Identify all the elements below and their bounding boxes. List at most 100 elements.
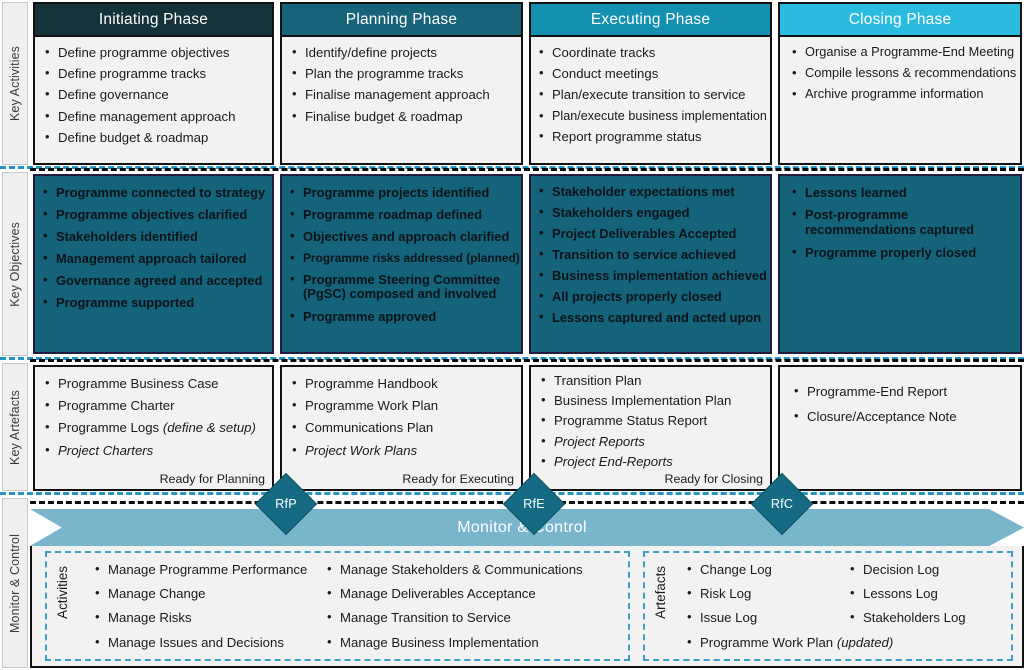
list-item: All projects properly closed (539, 289, 766, 304)
list-item: Organise a Programme-End Meeting (792, 45, 1014, 59)
activities-list-executing: Coordinate tracks Conduct meetings Plan/… (539, 45, 767, 143)
rail-key-activities: Key Activities (2, 2, 28, 165)
activities-body-executing: Coordinate tracks Conduct meetings Plan/… (529, 37, 772, 165)
artefacts-card-initiating: Programme Business Case Programme Charte… (33, 365, 274, 491)
list-item: Programme Charter (45, 398, 266, 412)
list-item: Manage Programme Performance (95, 562, 307, 576)
list-item: Finalise management approach (292, 87, 515, 101)
artefact-text: Programme Work Plan (700, 634, 837, 650)
list-item: Transition to service achieved (539, 247, 766, 262)
list-item: Lessons captured and acted upon (539, 310, 766, 325)
objectives-card-planning: Programme projects identified Programme … (280, 174, 523, 354)
programme-lifecycle-diagram: Key Activities Key Objectives Key Artefa… (0, 0, 1024, 670)
phase-title-planning: Planning Phase (345, 10, 458, 28)
list-item: Project Reports (541, 434, 764, 448)
list-item: Define programme objectives (45, 45, 266, 59)
gate-ready-label-planning: Ready for Planning (159, 472, 265, 486)
phase-card-executing-activities: Executing Phase Coordinate tracks Conduc… (529, 2, 772, 165)
list-item: Stakeholders Log (850, 610, 966, 624)
phase-header-closing: Closing Phase (778, 2, 1022, 37)
objectives-card-initiating: Programme connected to strategy Programm… (33, 174, 274, 354)
list-item: Manage Change (95, 586, 307, 600)
list-item: Post-programme recommendations captured (792, 207, 982, 238)
list-item: Define management approach (45, 109, 266, 123)
list-item: Communications Plan (292, 420, 515, 434)
artefacts-list-initiating: Programme Business Case Programme Charte… (45, 376, 266, 457)
activities-body-closing: Organise a Programme-End Meeting Compile… (778, 37, 1022, 165)
activities-vertical-label: Activities (55, 566, 70, 619)
list-item: Manage Business Implementation (327, 635, 583, 649)
list-item: Manage Issues and Decisions (95, 635, 307, 649)
rail-label-key-activities: Key Activities (8, 45, 22, 122)
artefacts-list-planning: Programme Handbook Programme Work Plan C… (292, 376, 515, 457)
artefact-suffix: (define & setup) (162, 420, 256, 436)
phase-title-executing: Executing Phase (590, 10, 711, 28)
phase-title-initiating: Initiating Phase (98, 10, 209, 28)
list-item: Programme projects identified (290, 185, 517, 200)
phase-title-closing: Closing Phase (848, 10, 952, 28)
list-item: Stakeholder expectations met (539, 184, 766, 199)
list-item: Programme supported (43, 295, 268, 310)
list-item: Manage Stakeholders & Communications (327, 562, 583, 576)
list-item: Finalise budget & roadmap (292, 109, 515, 123)
gate-ready-label-executing: Ready for Executing (402, 472, 514, 486)
artefacts-vertical-label: Artefacts (653, 566, 668, 619)
phase-header-planning: Planning Phase (280, 2, 523, 37)
artefacts-list-closing: Programme-End Report Closure/Acceptance … (794, 384, 1014, 423)
list-item: Define governance (45, 87, 266, 101)
list-item: Project Charters (45, 443, 266, 457)
rail-label-key-objectives: Key Objectives (8, 221, 22, 307)
list-item: Programme Work Plan (292, 398, 515, 412)
rail-key-objectives: Key Objectives (2, 172, 28, 356)
list-item: Transition Plan (541, 373, 764, 387)
list-item: Lessons Log (850, 586, 966, 600)
gate-rfc[interactable]: RfC (750, 472, 814, 536)
phase-card-planning-activities: Planning Phase Identify/define projects … (280, 2, 523, 165)
gate-rfp[interactable]: RfP (254, 472, 318, 536)
list-item: Conduct meetings (539, 66, 764, 80)
list-item: Programme roadmap defined (290, 207, 517, 222)
list-item: Compile lessons & recommendations (792, 66, 1016, 80)
list-item: Manage Deliverables Acceptance (327, 586, 583, 600)
objectives-card-closing: Lessons learned Post-programme recommend… (778, 174, 1022, 354)
list-item: Plan/execute business implementation (539, 109, 767, 123)
monitor-control-activities-box: Activities Manage Programme Performance … (45, 551, 630, 661)
list-item: Programme properly closed (792, 245, 1016, 260)
list-item: Closure/Acceptance Note (794, 409, 1014, 423)
phase-card-closing-activities: Closing Phase Organise a Programme-End M… (778, 2, 1022, 165)
list-item: Coordinate tracks (539, 45, 764, 59)
objectives-list-planning: Programme projects identified Programme … (290, 185, 520, 324)
list-item: Programme-End Report (794, 384, 1014, 398)
list-item: Governance agreed and accepted (43, 273, 268, 288)
list-item: Stakeholders engaged (539, 205, 766, 220)
gate-rfe[interactable]: RfE (502, 472, 566, 536)
list-item: Business implementation achieved (539, 268, 767, 283)
objectives-list-initiating: Programme connected to strategy Programm… (43, 185, 268, 310)
gate-label-rfc: RfC (770, 497, 794, 511)
list-item: Programme Work Plan (updated) (687, 634, 893, 650)
list-item: Plan the programme tracks (292, 66, 515, 80)
list-item: Project Work Plans (292, 443, 515, 457)
row-separator-1-dark (30, 168, 1024, 171)
list-item: Plan/execute transition to service (539, 87, 764, 101)
artefact-text: Programme Logs (58, 420, 163, 436)
monitor-activities-column-1: Manage Programme Performance Manage Chan… (95, 562, 307, 649)
list-item: Stakeholders identified (43, 229, 268, 244)
list-item: Objectives and approach clarified (290, 229, 517, 244)
list-item: Project Deliverables Accepted (539, 226, 766, 241)
list-item: Decision Log (850, 562, 966, 576)
phase-header-executing: Executing Phase (529, 2, 772, 37)
rail-label-monitor-control: Monitor & Control (8, 533, 22, 633)
list-item: Programme approved (290, 309, 517, 324)
rail-monitor-control: Monitor & Control (2, 498, 28, 668)
list-item: Management approach tailored (43, 251, 268, 266)
list-item: Manage Risks (95, 610, 307, 624)
list-item: Identify/define projects (292, 45, 515, 59)
list-item: Programme objectives clarified (43, 207, 268, 222)
list-item: Programme risks addressed (planned) (290, 251, 520, 265)
gate-label-rfp: RfP (275, 497, 297, 511)
list-item: Business Implementation Plan (541, 393, 764, 407)
activities-list-initiating: Define programme objectives Define progr… (45, 45, 266, 144)
rail-label-key-artefacts: Key Artefacts (8, 389, 22, 465)
list-item: Project End-Reports (541, 454, 764, 468)
